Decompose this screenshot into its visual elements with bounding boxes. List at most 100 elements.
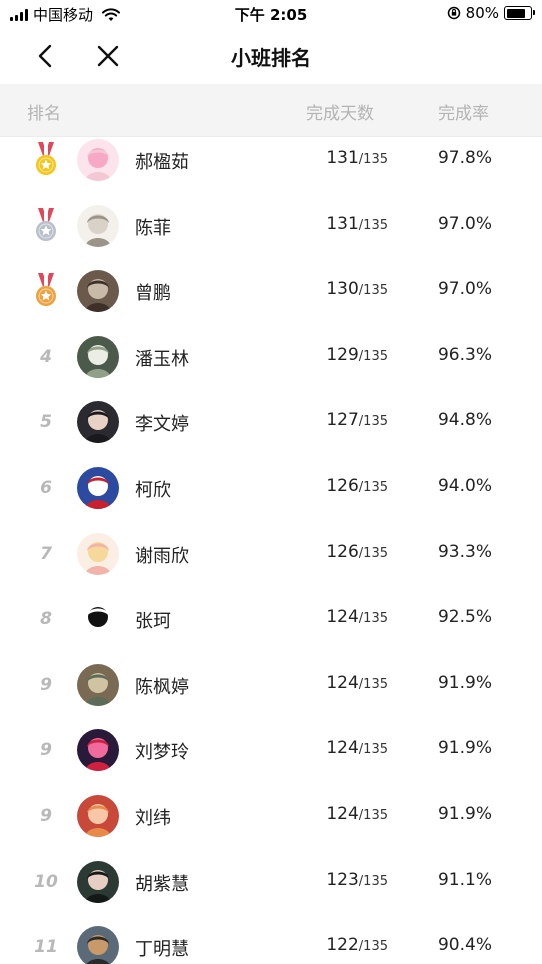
completed-days-value: 123 <box>326 869 359 890</box>
rank-number: 9 <box>40 740 52 761</box>
battery-level <box>506 8 525 18</box>
completed-days: 131/135 <box>290 214 388 234</box>
silver-medal-icon <box>36 207 56 241</box>
completed-days-value: 131 <box>326 213 359 234</box>
completed-days: 129/135 <box>290 345 388 365</box>
battery-percent: 80% <box>465 4 499 22</box>
rank-cell: 11 <box>26 924 66 964</box>
ranking-row[interactable]: 11 丁明慧 122/135 90.4% <box>0 924 542 964</box>
rank-cell: 9 <box>26 793 66 839</box>
rank-number: 8 <box>40 609 52 630</box>
total-days: /135 <box>358 348 388 364</box>
ranking-row[interactable]: 4 潘玉林 129/135 96.3% <box>0 334 542 400</box>
completed-days: 124/135 <box>290 673 388 693</box>
ranking-row[interactable]: 曾鹏 130/135 97.0% <box>0 268 542 334</box>
rank-cell: 8 <box>26 596 66 642</box>
total-days: /135 <box>358 414 388 430</box>
rank-cell: 7 <box>26 531 66 577</box>
rank-number: 9 <box>40 674 52 695</box>
rank-number: 11 <box>34 937 58 958</box>
avatar[interactable] <box>77 926 119 964</box>
total-days: /135 <box>358 479 388 495</box>
avatar[interactable] <box>77 794 119 837</box>
ranking-row[interactable]: 7 谢雨欣 126/135 93.3% <box>0 531 542 597</box>
orientation-lock-icon <box>447 6 460 20</box>
avatar[interactable] <box>77 466 119 509</box>
avatar[interactable] <box>77 663 119 706</box>
completion-rate: 94.8% <box>437 410 492 431</box>
gold-medal-icon <box>36 142 56 175</box>
avatar[interactable] <box>77 270 119 313</box>
total-days: /135 <box>358 611 388 627</box>
ranking-row[interactable]: 6 柯欣 126/135 94.0% <box>0 465 542 531</box>
avatar[interactable] <box>77 860 119 903</box>
total-days: /135 <box>358 742 388 758</box>
member-name: 柯欣 <box>135 479 171 501</box>
avatar[interactable] <box>77 139 119 181</box>
rank-cell: 5 <box>26 399 66 445</box>
member-name: 陈枫婷 <box>135 676 189 698</box>
completed-days: 124/135 <box>290 804 388 824</box>
completion-rate: 91.1% <box>437 869 492 890</box>
ranking-row[interactable]: 10 胡紫慧 123/135 91.1% <box>0 859 542 925</box>
completion-rate: 97.0% <box>437 279 492 300</box>
ranking-row[interactable]: 陈菲 131/135 97.0% <box>0 203 542 269</box>
completed-days-value: 130 <box>326 279 359 300</box>
completed-days: 123/135 <box>290 870 388 890</box>
completed-days-value: 124 <box>326 738 359 759</box>
rank-cell: 9 <box>26 662 66 708</box>
rank-cell: 4 <box>26 334 66 380</box>
completion-rate: 92.5% <box>437 607 492 628</box>
ranking-row[interactable]: 5 李文婷 127/135 94.8% <box>0 399 542 465</box>
column-header-rank: 排名 <box>27 104 61 124</box>
member-name: 张珂 <box>135 611 171 633</box>
completed-days: 124/135 <box>290 607 388 627</box>
rank-cell: 10 <box>26 859 66 905</box>
ranking-row[interactable]: 9 刘纬 124/135 91.9% <box>0 793 542 859</box>
rank-number: 7 <box>40 543 52 564</box>
completed-days: 127/135 <box>290 410 388 430</box>
rank-cell <box>26 137 66 183</box>
total-days: /135 <box>358 873 388 889</box>
completion-rate: 91.9% <box>437 803 492 824</box>
completed-days-value: 131 <box>326 148 359 168</box>
ranking-row[interactable]: 9 刘梦玲 124/135 91.9% <box>0 727 542 793</box>
member-name: 陈菲 <box>135 217 171 239</box>
avatar[interactable] <box>77 401 119 444</box>
rank-cell <box>26 203 66 249</box>
total-days: /135 <box>358 152 388 167</box>
completed-days: 131/135 <box>290 148 388 168</box>
rank-cell: 6 <box>26 465 66 511</box>
avatar[interactable] <box>77 204 119 247</box>
completed-days-value: 124 <box>326 672 359 693</box>
member-name: 潘玉林 <box>135 348 189 370</box>
column-header-days: 完成天数 <box>306 104 374 124</box>
total-days: /135 <box>358 283 388 299</box>
completed-days: 124/135 <box>290 738 388 758</box>
rank-number: 4 <box>40 346 52 367</box>
avatar[interactable] <box>77 532 119 575</box>
avatar[interactable] <box>77 335 119 378</box>
completion-rate: 91.9% <box>437 672 492 693</box>
completed-days-value: 129 <box>326 344 359 365</box>
completion-rate: 91.9% <box>437 738 492 759</box>
avatar[interactable] <box>77 729 119 772</box>
completion-rate: 94.0% <box>437 475 492 496</box>
avatar[interactable] <box>77 598 119 641</box>
status-bar: 中国移动 下午 2:05 80% <box>0 0 542 28</box>
table-header: 排名 完成天数 完成率 <box>0 84 542 137</box>
completed-days-value: 122 <box>326 935 359 956</box>
member-name: 刘纬 <box>135 807 171 829</box>
member-name: 郝楹茹 <box>135 152 189 173</box>
ranking-row[interactable]: 9 陈枫婷 124/135 91.9% <box>0 662 542 728</box>
completed-days-value: 124 <box>326 803 359 824</box>
ranking-row[interactable]: 8 张珂 124/135 92.5% <box>0 596 542 662</box>
rank-number: 6 <box>40 477 52 498</box>
completion-rate: 90.4% <box>437 935 492 956</box>
member-name: 胡紫慧 <box>135 873 189 895</box>
rank-number: 5 <box>40 412 52 433</box>
ranking-row[interactable]: 郝楹茹 131/135 97.8% <box>0 137 542 203</box>
status-right: 80% <box>447 4 535 22</box>
total-days: /135 <box>358 939 388 955</box>
completed-days-value: 126 <box>326 475 359 496</box>
